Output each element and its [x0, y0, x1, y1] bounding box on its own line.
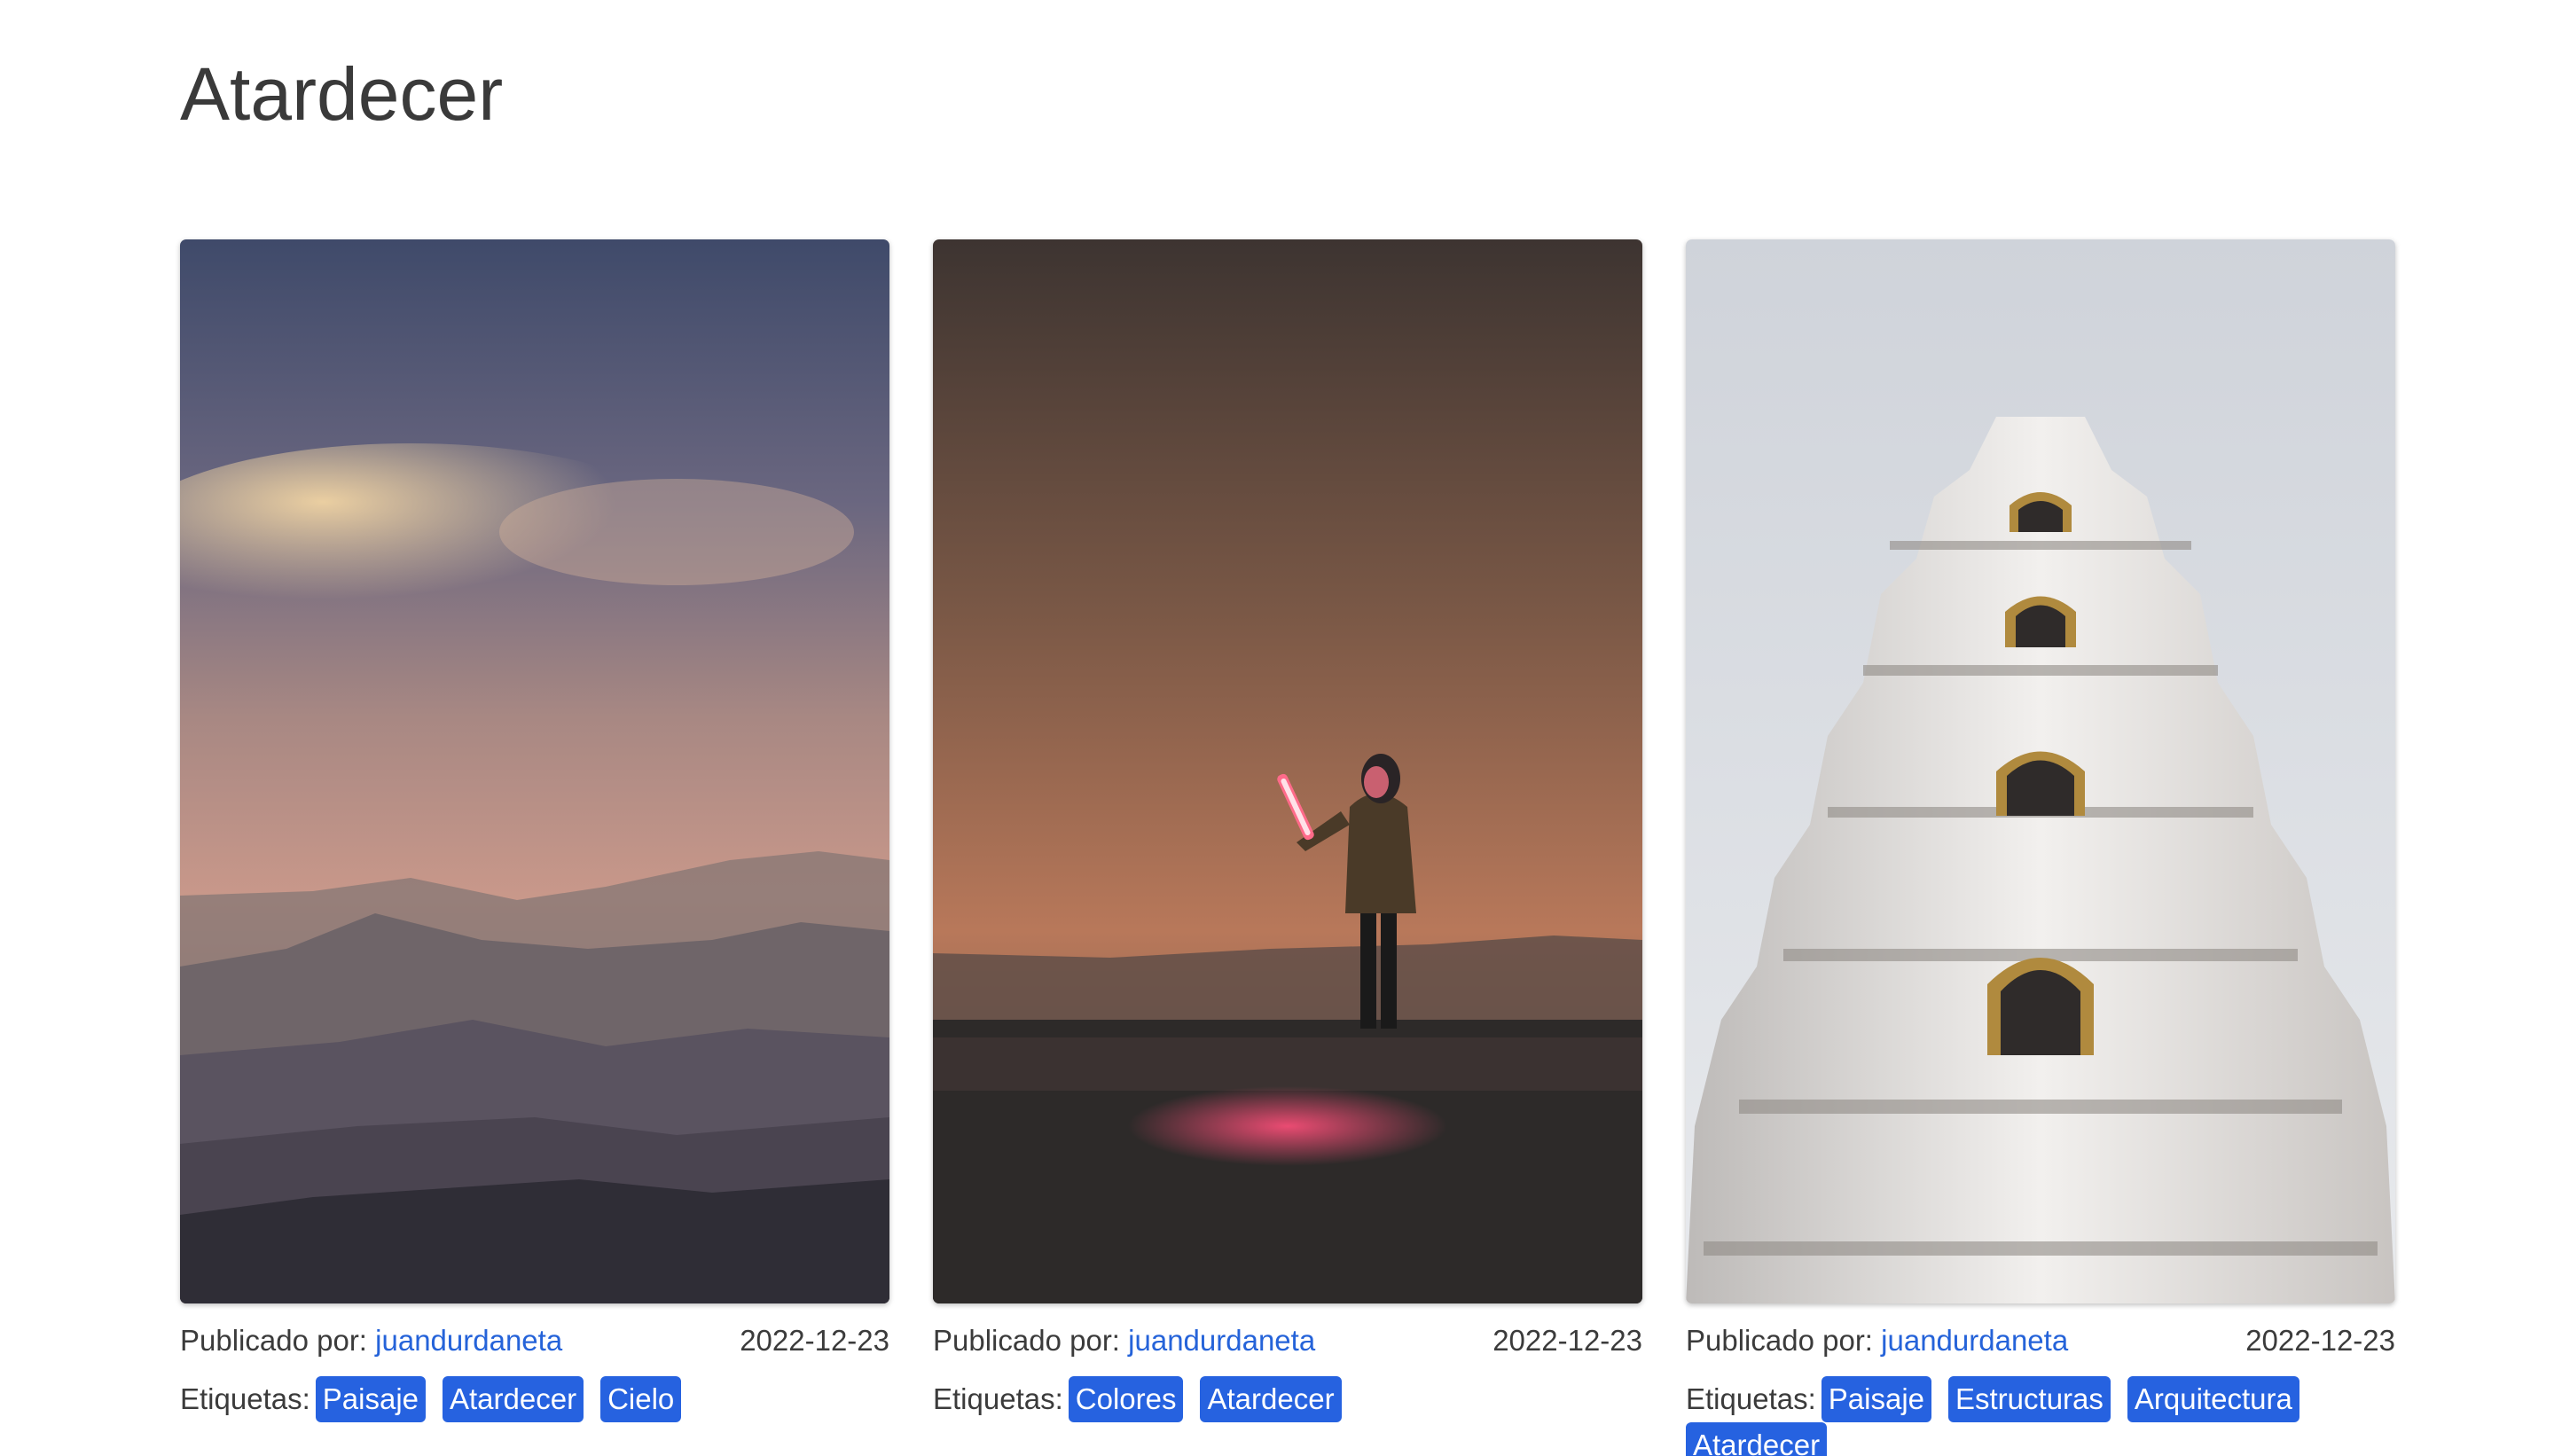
tags-label: Etiquetas:	[180, 1382, 310, 1415]
photo-card: Publicado por: juandurdaneta 2022-12-23 …	[180, 239, 889, 1456]
card-meta: Publicado por: juandurdaneta 2022-12-23	[1686, 1323, 2395, 1358]
author-link[interactable]: juandurdaneta	[1128, 1324, 1315, 1357]
person-with-light-photo[interactable]	[933, 239, 1642, 1303]
post-date: 2022-12-23	[740, 1324, 889, 1357]
tags-label: Etiquetas:	[933, 1382, 1063, 1415]
author-info: Publicado por: juandurdaneta	[933, 1323, 1315, 1358]
page-title: Atardecer	[180, 52, 504, 136]
tags-row: Etiquetas: Colores Atardecer	[933, 1375, 1642, 1422]
photo-card: Publicado por: juandurdaneta 2022-12-23 …	[1686, 239, 2395, 1456]
published-by-label: Publicado por:	[180, 1324, 367, 1357]
photo-card: Publicado por: juandurdaneta 2022-12-23 …	[933, 239, 1642, 1456]
white-pagoda-photo[interactable]	[1686, 239, 2395, 1303]
tag-badge[interactable]: Cielo	[600, 1375, 682, 1422]
tags-row: Etiquetas: Paisaje Estructuras Arquitect…	[1686, 1375, 2395, 1456]
tag-badge[interactable]: Paisaje	[315, 1375, 426, 1422]
post-date: 2022-12-23	[2245, 1324, 2395, 1357]
author-link[interactable]: juandurdaneta	[1881, 1324, 2068, 1357]
published-by-label: Publicado por:	[933, 1324, 1120, 1357]
author-info: Publicado por: juandurdaneta	[180, 1323, 562, 1358]
photo-grid: Publicado por: juandurdaneta 2022-12-23 …	[180, 239, 2395, 1456]
author-info: Publicado por: juandurdaneta	[1686, 1323, 2068, 1358]
card-meta: Publicado por: juandurdaneta 2022-12-23	[933, 1323, 1642, 1358]
mountain-sunset-photo[interactable]	[180, 239, 889, 1303]
tag-badge[interactable]: Atardecer	[1200, 1375, 1342, 1422]
author-link[interactable]: juandurdaneta	[375, 1324, 562, 1357]
page: Atardecer Publicado por: juandurdaneta 2…	[0, 0, 2554, 1456]
post-date: 2022-12-23	[1492, 1324, 1642, 1357]
tag-badge[interactable]: Arquitectura	[2127, 1375, 2299, 1422]
tag-badge[interactable]: Estructuras	[1948, 1375, 2111, 1422]
published-by-label: Publicado por:	[1686, 1324, 1873, 1357]
tag-badge[interactable]: Atardecer	[443, 1375, 584, 1422]
card-meta: Publicado por: juandurdaneta 2022-12-23	[180, 1323, 889, 1358]
tag-badge[interactable]: Colores	[1068, 1375, 1184, 1422]
tags-row: Etiquetas: Paisaje Atardecer Cielo	[180, 1375, 889, 1422]
tag-badge[interactable]: Paisaje	[1821, 1375, 1931, 1422]
tag-badge[interactable]: Atardecer	[1686, 1421, 1828, 1456]
tags-label: Etiquetas:	[1686, 1382, 1816, 1415]
